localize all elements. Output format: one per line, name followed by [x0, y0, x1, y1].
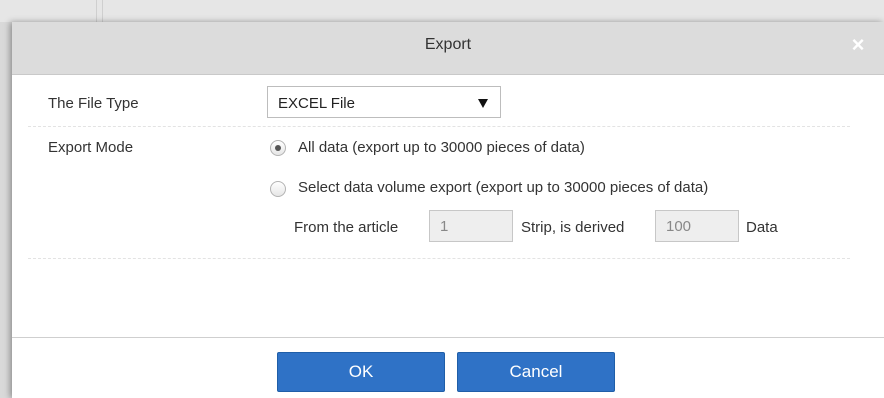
file-type-selected-value: EXCEL File	[278, 95, 355, 112]
chevron-down-icon	[478, 99, 488, 108]
radio-all-data[interactable]	[270, 140, 286, 156]
from-article-input[interactable]	[429, 210, 513, 242]
from-article-label: From the article	[294, 219, 399, 236]
background-divider	[102, 0, 103, 22]
export-dialog: Export × The File Type EXCEL File Export…	[12, 22, 884, 398]
radio-select-volume[interactable]	[270, 181, 286, 197]
background-divider	[96, 0, 97, 22]
ok-button[interactable]: OK	[277, 352, 445, 392]
strip-derived-label: Strip, is derived	[521, 219, 625, 236]
radio-select-volume-label: Select data volume export (export up to …	[298, 179, 709, 196]
close-icon[interactable]: ×	[848, 34, 868, 56]
cancel-button[interactable]: Cancel	[457, 352, 615, 392]
derived-count-input[interactable]	[655, 210, 739, 242]
data-label: Data	[746, 219, 778, 236]
dialog-title: Export	[424, 36, 472, 53]
dialog-header: Export ×	[12, 22, 884, 75]
footer-divider	[12, 337, 884, 338]
file-type-label: The File Type	[48, 95, 139, 112]
row-divider	[28, 126, 850, 127]
row-divider	[28, 258, 850, 259]
background-toolbar	[0, 0, 884, 22]
file-type-select[interactable]: EXCEL File	[267, 86, 501, 118]
export-mode-label: Export Mode	[48, 139, 134, 156]
radio-all-data-label: All data (export up to 30000 pieces of d…	[298, 139, 585, 156]
